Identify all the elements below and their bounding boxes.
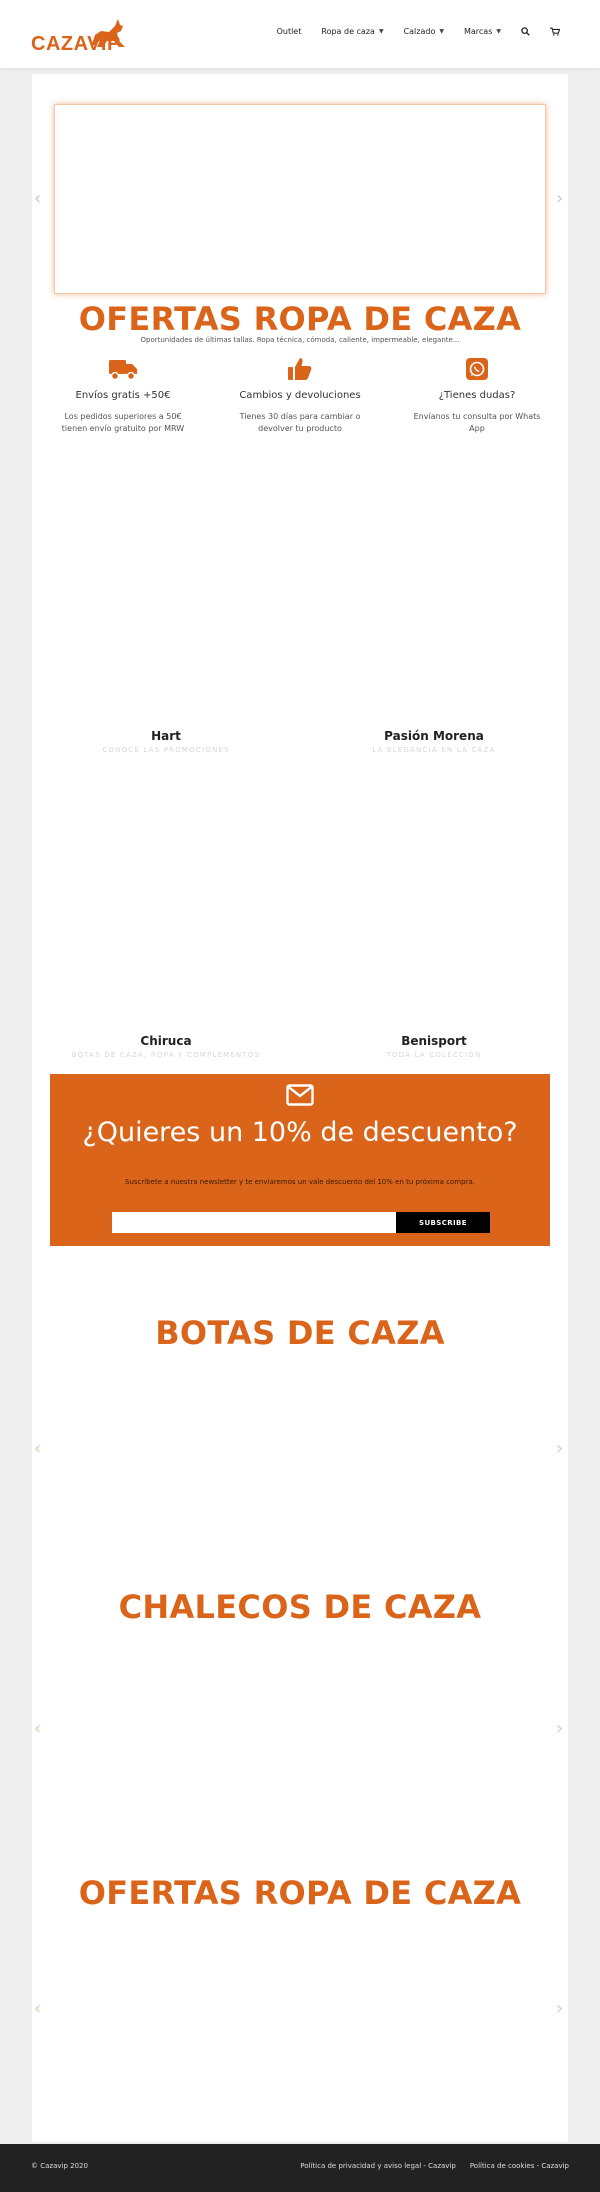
whatsapp-icon (392, 356, 562, 382)
brand-hart[interactable]: Hart CONOCE LAS PROMOCIONES (32, 729, 300, 754)
chevron-down-icon: ▼ (378, 28, 384, 35)
brand-name: Benisport (401, 1034, 467, 1048)
nav-item-marcas[interactable]: Marcas ▼ (464, 27, 501, 36)
chalecos-prev-arrow-icon[interactable]: ‹ (34, 1720, 41, 1738)
footer-link-cookies[interactable]: Política de cookies - Cazavip (470, 2162, 569, 2170)
hero-subtitle: Oportunidades de últimas tallas. Ropa té… (140, 336, 460, 344)
hero-title: OFERTAS ROPA DE CAZA (78, 300, 522, 338)
chevron-down-icon: ▼ (439, 28, 444, 35)
section-title-ofertas: OFERTAS ROPA DE CAZA (78, 1874, 522, 1912)
feature-questions: ¿Tienes dudas? Envíanos tu consulta por … (392, 356, 562, 434)
site-footer: © Cazavip 2020 Política de privacidad y … (0, 2144, 600, 2192)
dog-logo-icon (91, 19, 125, 47)
nav-item-ropa-de-caza[interactable]: Ropa de caza ▼ (321, 27, 383, 36)
newsletter-email-input[interactable] (112, 1212, 396, 1233)
feature-returns-text: Tienes 30 días para cambiar o devolver t… (239, 412, 361, 433)
newsletter-section: ¿Quieres un 10% de descuento? Suscríbete… (50, 1074, 550, 1246)
feature-questions-text: Envíanos tu consulta por Whats App (413, 412, 541, 433)
nav-label-ropa: Ropa de caza (321, 27, 375, 36)
nav-label-calzado: Calzado (403, 27, 436, 36)
site-logo[interactable]: CAZAVIP (31, 17, 127, 57)
nav-label-marcas: Marcas (463, 27, 493, 36)
feature-shipping-text: Los pedidos superiores a 50€ tienen enví… (61, 412, 185, 433)
brand-name: Chiruca (140, 1034, 192, 1048)
envelope-icon (286, 1084, 314, 1106)
search-icon (521, 27, 530, 36)
section-title-chalecos: CHALECOS DE CAZA (118, 1588, 482, 1626)
main-content: ‹ › OFERTAS ROPA DE CAZA Oportunidades d… (32, 74, 568, 2142)
section-title-botas: BOTAS DE CAZA (155, 1314, 445, 1352)
feature-shipping-title: Envíos gratis +50€ (75, 390, 171, 401)
hero-slider[interactable] (54, 104, 546, 294)
footer-copyright: © Cazavip 2020 (31, 2162, 88, 2170)
brand-subtitle: LA ELEGANCIA EN LA CAZA (372, 746, 496, 754)
nav-item-outlet[interactable]: Outlet (277, 27, 302, 36)
chevron-down-icon: ▼ (496, 28, 501, 35)
site-header: CAZAVIP Outlet Ropa de caza ▼ Calzado ▼ … (0, 0, 600, 68)
brand-pasion-morena[interactable]: Pasión Morena LA ELEGANCIA EN LA CAZA (300, 729, 568, 754)
footer-link-privacy[interactable]: Política de privacidad y aviso legal - C… (300, 2162, 456, 2170)
brand-subtitle: TODA LA COLECCIÓN (386, 1051, 482, 1059)
chalecos-next-arrow-icon[interactable]: › (556, 1720, 563, 1738)
subscribe-button[interactable]: SUBSCRIBE (396, 1212, 490, 1233)
nav-label-outlet: Outlet (276, 27, 302, 36)
feature-returns-title: Cambios y devoluciones (239, 390, 361, 401)
botas-prev-arrow-icon[interactable]: ‹ (34, 1440, 41, 1458)
brand-benisport[interactable]: Benisport TODA LA COLECCIÓN (300, 1034, 568, 1059)
brand-name: Pasión Morena (384, 729, 484, 743)
slider-prev-arrow-icon[interactable]: ‹ (34, 190, 41, 208)
feature-questions-title: ¿Tienes dudas? (438, 390, 516, 401)
newsletter-text: Suscríbete a nuestra newsletter y te env… (125, 1178, 475, 1186)
cart-icon (550, 27, 560, 36)
feature-shipping: Envíos gratis +50€ Los pedidos superiore… (38, 356, 208, 434)
feature-returns: Cambios y devoluciones Tienes 30 días pa… (215, 356, 385, 434)
brand-subtitle: BOTAS DE CAZA, ROPA Y COMPLEMENTOS (71, 1051, 261, 1059)
botas-next-arrow-icon[interactable]: › (556, 1440, 563, 1458)
brand-subtitle: CONOCE LAS PROMOCIONES (102, 746, 230, 754)
brand-chiruca[interactable]: Chiruca BOTAS DE CAZA, ROPA Y COMPLEMENT… (32, 1034, 300, 1059)
truck-icon (38, 356, 208, 382)
newsletter-title: ¿Quieres un 10% de descuento? (82, 1117, 518, 1148)
search-button[interactable] (521, 27, 530, 36)
footer-links: Política de privacidad y aviso legal - C… (286, 2162, 569, 2170)
slider-next-arrow-icon[interactable]: › (556, 190, 563, 208)
nav-item-calzado[interactable]: Calzado ▼ (404, 27, 444, 36)
ofertas-prev-arrow-icon[interactable]: ‹ (34, 2000, 41, 2018)
ofertas-next-arrow-icon[interactable]: › (556, 2000, 563, 2018)
thumbs-up-icon (215, 356, 385, 382)
cart-button[interactable] (550, 27, 560, 36)
brand-name: Hart (151, 729, 181, 743)
main-nav: Outlet Ropa de caza ▼ Calzado ▼ Marcas ▼ (257, 27, 560, 36)
